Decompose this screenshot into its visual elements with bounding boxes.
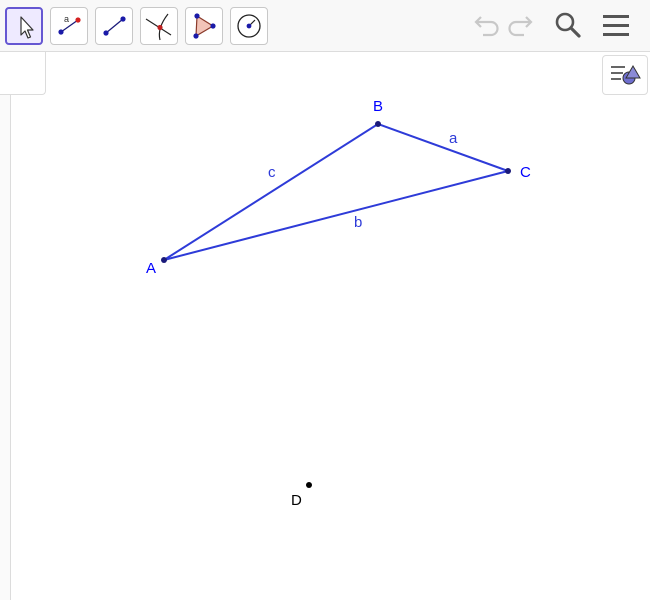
toolbar: a bbox=[0, 0, 650, 52]
point-label-d: D bbox=[291, 492, 302, 509]
polygon-icon bbox=[193, 13, 216, 39]
segment-c[interactable] bbox=[163, 123, 379, 261]
segment-label-icon-text: a bbox=[64, 14, 69, 24]
tool-polygon[interactable] bbox=[185, 7, 223, 45]
segment-label-c: c bbox=[268, 164, 276, 181]
segment-label-b: b bbox=[354, 214, 363, 231]
hamburger-menu-icon bbox=[603, 15, 629, 36]
segment-a[interactable] bbox=[377, 123, 509, 172]
point-c[interactable] bbox=[505, 168, 511, 174]
tool-move[interactable] bbox=[5, 7, 43, 45]
graphics-canvas[interactable] bbox=[11, 53, 650, 600]
graphics-view[interactable]: A B C D a b c bbox=[11, 53, 650, 600]
segment-icon bbox=[103, 16, 126, 36]
search-button[interactable] bbox=[552, 10, 584, 42]
segment-b[interactable] bbox=[163, 170, 509, 261]
intersect-icon bbox=[145, 13, 172, 41]
point-label-c: C bbox=[520, 164, 531, 181]
point-b[interactable] bbox=[375, 121, 381, 127]
tool-segment-with-length[interactable]: a bbox=[50, 7, 88, 45]
search-icon bbox=[555, 12, 581, 38]
undo-button[interactable] bbox=[470, 10, 502, 42]
circle-with-center-icon bbox=[237, 14, 261, 38]
segment-label-a: a bbox=[449, 130, 458, 147]
point-label-a: A bbox=[146, 260, 157, 277]
redo-icon bbox=[508, 16, 533, 37]
point-a[interactable] bbox=[161, 257, 167, 263]
cursor-arrow-icon bbox=[20, 16, 34, 39]
point-d[interactable] bbox=[306, 482, 312, 488]
tool-intersect[interactable] bbox=[140, 7, 178, 45]
undo-icon bbox=[474, 16, 499, 37]
segment-label-icon: a bbox=[58, 14, 81, 35]
tool-circle[interactable] bbox=[230, 7, 268, 45]
menu-button[interactable] bbox=[600, 10, 632, 42]
tool-segment[interactable] bbox=[95, 7, 133, 45]
algebra-view-edge bbox=[0, 95, 11, 600]
point-label-b: B bbox=[373, 98, 384, 115]
redo-button[interactable] bbox=[505, 10, 537, 42]
